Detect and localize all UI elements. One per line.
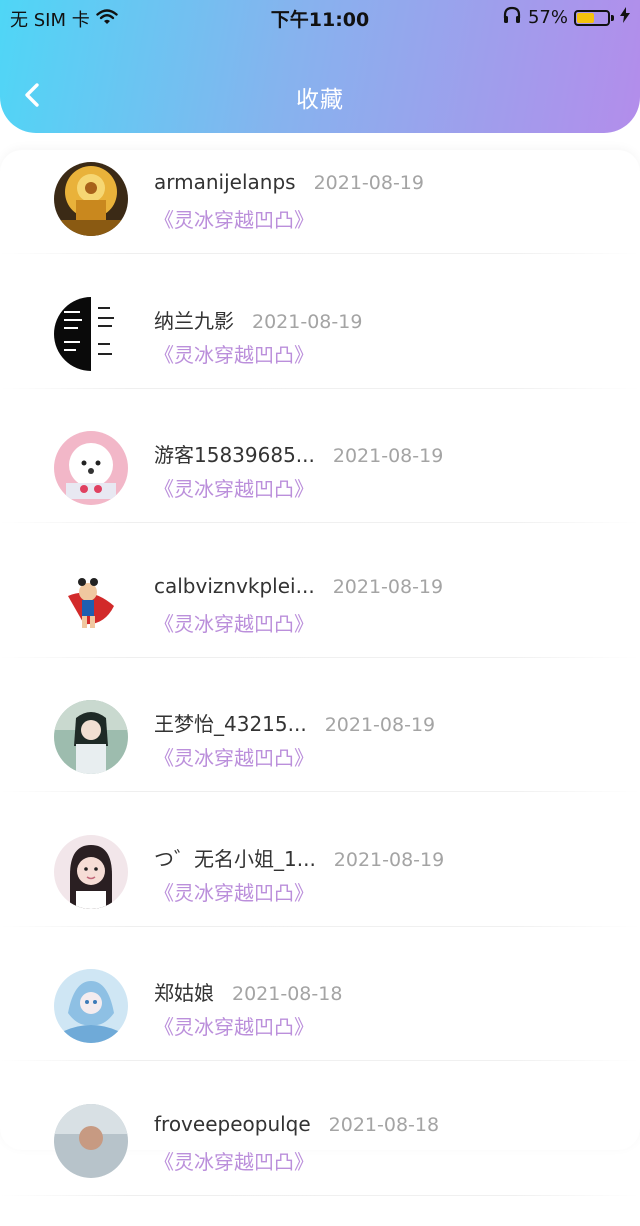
header-bar: 无 SIM 卡 下午11:00 57% xyxy=(0,0,640,133)
name-row: calbviznvkplei... 2021-08-19 xyxy=(154,574,443,598)
name-row: froveepeopulqe 2021-08-18 xyxy=(154,1112,439,1136)
status-right: 57% xyxy=(502,6,630,29)
battery-cap xyxy=(611,15,614,21)
battery-fill xyxy=(577,13,594,23)
avatar-anime-image xyxy=(54,700,128,774)
avatar-dog-image xyxy=(54,431,128,505)
name-row: 郑姑娘 2021-08-18 xyxy=(154,977,342,1006)
list-item[interactable]: つ゛无名小姐_1... 2021-08-19 《灵冰穿越凹凸》 xyxy=(0,823,640,958)
item-date: 2021-08-19 xyxy=(314,172,424,194)
user-name: 王梦怡_43215... xyxy=(154,708,307,737)
headphones-icon xyxy=(502,6,522,29)
user-name: 郑姑娘 xyxy=(154,977,214,1006)
avatar[interactable] xyxy=(54,969,128,1043)
item-date: 2021-08-19 xyxy=(325,714,435,736)
charging-icon xyxy=(620,7,630,28)
item-date: 2021-08-19 xyxy=(333,445,443,467)
avatar-girl-image xyxy=(54,835,128,909)
list-item[interactable]: 游客15839685... 2021-08-19 《灵冰穿越凹凸》 xyxy=(0,419,640,554)
avatar[interactable] xyxy=(54,162,128,236)
name-row: つ゛无名小姐_1... 2021-08-19 xyxy=(154,843,444,872)
avatar[interactable] xyxy=(54,1104,128,1178)
item-date: 2021-08-19 xyxy=(252,311,362,333)
name-row: 王梦怡_43215... 2021-08-19 xyxy=(154,708,435,737)
user-name: armanijelanps xyxy=(154,170,296,194)
book-title: 《灵冰穿越凹凸》 xyxy=(154,877,314,906)
divider xyxy=(0,1060,640,1061)
divider xyxy=(0,388,640,389)
item-date: 2021-08-18 xyxy=(232,983,342,1005)
list-item[interactable]: froveepeopulqe 2021-08-18 《灵冰穿越凹凸》 xyxy=(0,1092,640,1226)
divider xyxy=(0,926,640,927)
battery-icon xyxy=(574,10,610,26)
user-name: calbviznvkplei... xyxy=(154,574,315,598)
name-row: 纳兰九影 2021-08-19 xyxy=(154,305,362,334)
avatar-nezha-image xyxy=(54,566,128,640)
avatar-blue-image xyxy=(54,969,128,1043)
status-bar: 无 SIM 卡 下午11:00 57% xyxy=(0,0,640,34)
user-name: 纳兰九影 xyxy=(154,305,234,334)
list-item[interactable]: calbviznvkplei... 2021-08-19 《灵冰穿越凹凸》 xyxy=(0,554,640,689)
avatar-text-image xyxy=(54,297,128,371)
user-name: 游客15839685... xyxy=(154,439,315,468)
list-item[interactable]: armanijelanps 2021-08-19 《灵冰穿越凹凸》 xyxy=(0,150,640,285)
book-title: 《灵冰穿越凹凸》 xyxy=(154,608,314,637)
avatar-photo-image xyxy=(54,1104,128,1178)
book-title: 《灵冰穿越凹凸》 xyxy=(154,339,314,368)
book-title: 《灵冰穿越凹凸》 xyxy=(154,742,314,771)
divider xyxy=(0,1195,640,1196)
name-row: armanijelanps 2021-08-19 xyxy=(154,170,424,194)
list-item[interactable]: 纳兰九影 2021-08-19 《灵冰穿越凹凸》 xyxy=(0,285,640,420)
divider xyxy=(0,791,640,792)
battery-percent: 57% xyxy=(528,7,568,28)
page-title: 收藏 xyxy=(0,80,640,114)
book-title: 《灵冰穿越凹凸》 xyxy=(154,204,314,233)
book-title: 《灵冰穿越凹凸》 xyxy=(154,1011,314,1040)
book-title: 《灵冰穿越凹凸》 xyxy=(154,473,314,502)
divider xyxy=(0,522,640,523)
avatar[interactable] xyxy=(54,431,128,505)
avatar[interactable] xyxy=(54,700,128,774)
user-name: froveepeopulqe xyxy=(154,1112,311,1136)
avatar[interactable] xyxy=(54,566,128,640)
list-item[interactable]: 王梦怡_43215... 2021-08-19 《灵冰穿越凹凸》 xyxy=(0,688,640,823)
divider xyxy=(0,253,640,254)
book-title: 《灵冰穿越凹凸》 xyxy=(154,1146,314,1175)
item-date: 2021-08-19 xyxy=(334,849,444,871)
avatar[interactable] xyxy=(54,297,128,371)
item-date: 2021-08-18 xyxy=(329,1114,439,1136)
user-name: つ゛无名小姐_1... xyxy=(154,843,316,872)
favorites-list: armanijelanps 2021-08-19 《灵冰穿越凹凸》 纳兰九影 2… xyxy=(0,150,640,1226)
list-item[interactable]: 郑姑娘 2021-08-18 《灵冰穿越凹凸》 xyxy=(0,957,640,1092)
avatar[interactable] xyxy=(54,835,128,909)
name-row: 游客15839685... 2021-08-19 xyxy=(154,439,443,468)
item-date: 2021-08-19 xyxy=(333,576,443,598)
avatar-buddha-image xyxy=(54,162,128,236)
divider xyxy=(0,657,640,658)
